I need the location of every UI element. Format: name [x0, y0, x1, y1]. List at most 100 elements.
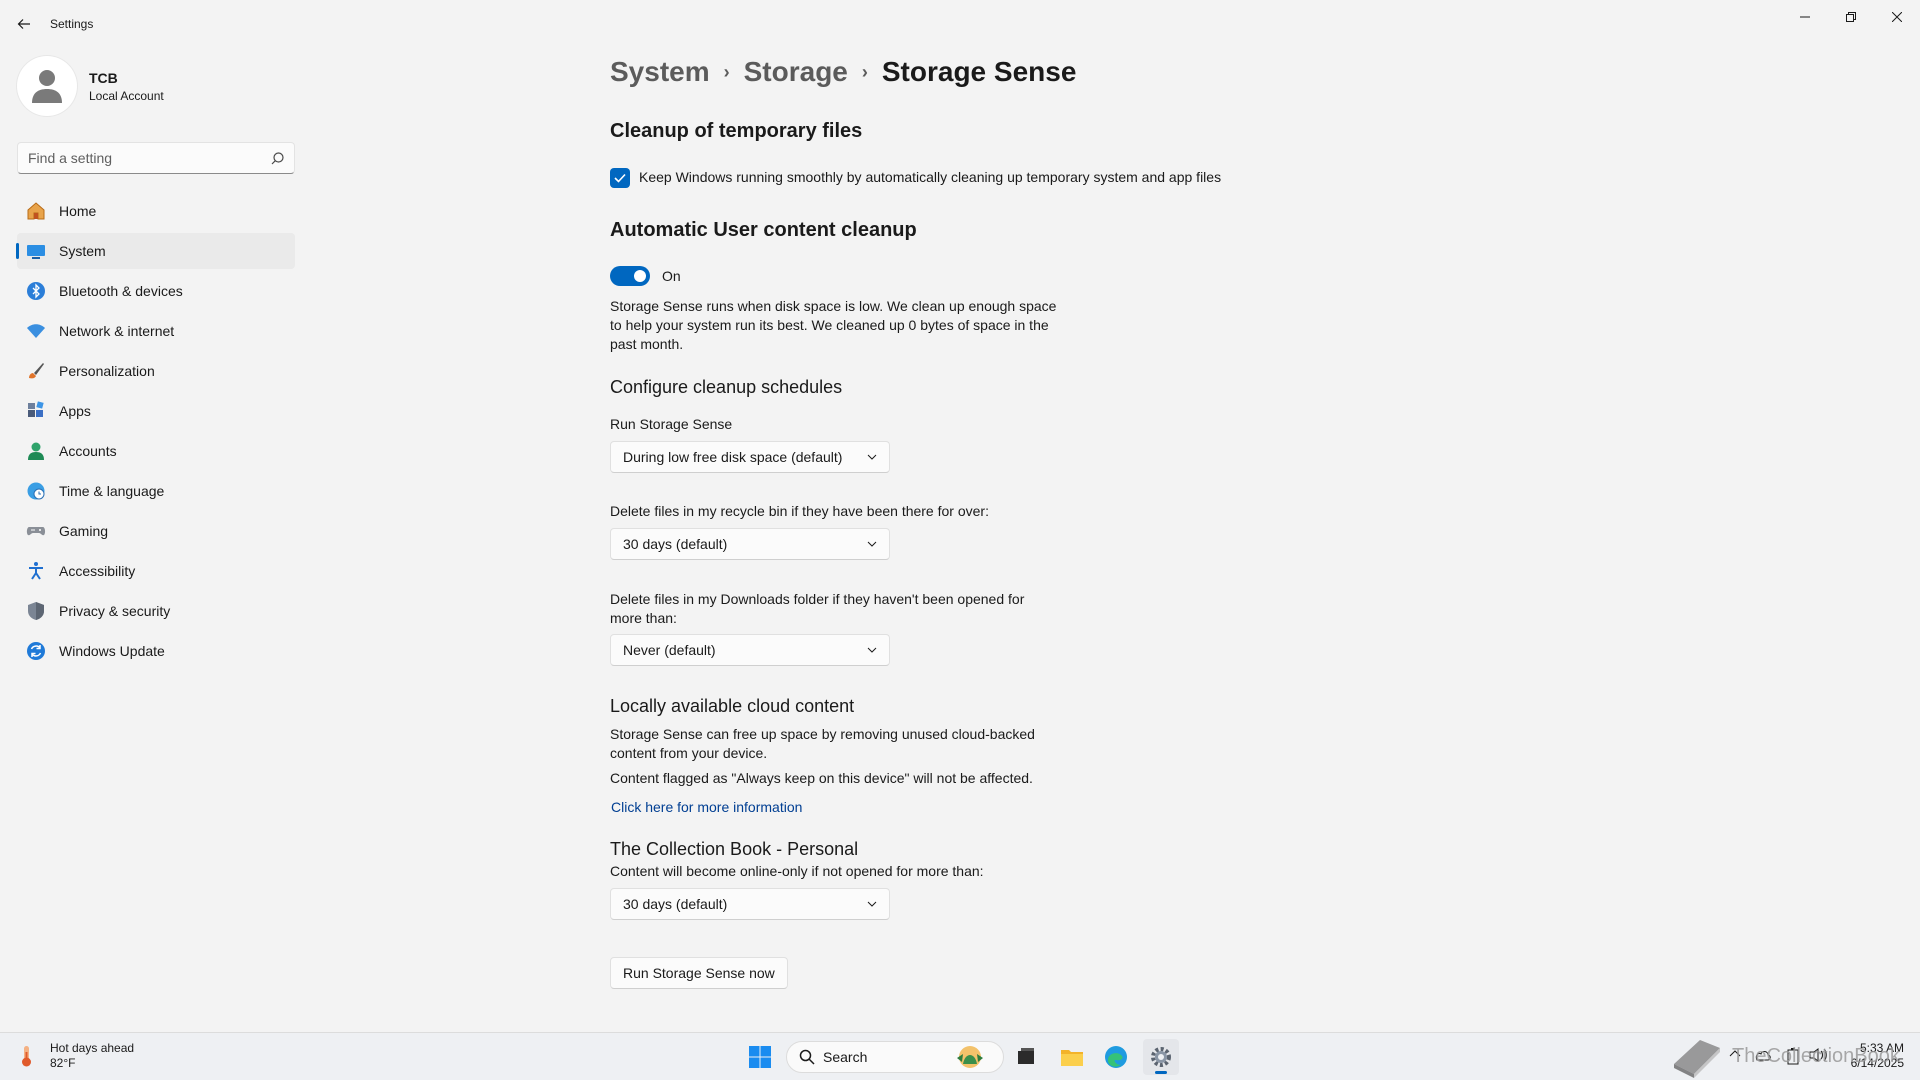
cloud-content-note: Content flagged as "Always keep on this … [610, 770, 1033, 786]
monitor-icon [25, 240, 47, 262]
sidebar-item-label: Gaming [59, 523, 109, 539]
wifi-icon [25, 320, 47, 342]
user-profile[interactable]: TCB Local Account [17, 56, 164, 116]
sidebar-item-label: System [59, 243, 106, 259]
file-explorer-button[interactable] [1054, 1039, 1090, 1075]
sidebar-item-label: Windows Update [59, 643, 165, 659]
task-view-icon [1018, 1048, 1034, 1064]
sidebar-item-label: Apps [59, 403, 91, 419]
sidebar-item-windows-update[interactable]: Windows Update [17, 633, 295, 669]
restore-button[interactable] [1828, 4, 1874, 30]
edge-icon [1105, 1046, 1127, 1068]
sidebar-item-label: Home [59, 203, 97, 219]
sidebar-item-system[interactable]: System [16, 233, 295, 269]
close-icon [1892, 12, 1902, 22]
edge-browser-button[interactable] [1098, 1039, 1134, 1075]
settings-search[interactable] [17, 142, 295, 174]
run-storage-sense-now-button[interactable]: Run Storage Sense now [610, 957, 788, 989]
globe-clock-icon [25, 480, 47, 502]
schedules-heading: Configure cleanup schedules [610, 377, 843, 397]
settings-app-button[interactable] [1143, 1039, 1179, 1075]
chevron-up-icon[interactable] [1728, 1047, 1742, 1061]
collection-book-heading: The Collection Book - Personal [610, 839, 859, 859]
collection-book-dropdown[interactable]: 30 days (default) [610, 888, 890, 920]
sidebar-item-gaming[interactable]: Gaming [17, 513, 295, 549]
sync-icon [25, 640, 47, 662]
accessibility-icon [25, 560, 47, 582]
sidebar-item-network[interactable]: Network & internet [17, 313, 295, 349]
chevron-right-icon: › [723, 61, 730, 82]
toggle-state-label: On [662, 268, 681, 284]
sidebar-item-personalization[interactable]: Personalization [17, 353, 295, 389]
task-view-button[interactable] [1008, 1039, 1044, 1075]
clock-date: 6/14/2025 [1850, 1056, 1904, 1070]
auto-cleanup-toggle[interactable] [610, 266, 650, 286]
breadcrumb-storage[interactable]: Storage [744, 56, 848, 88]
downloads-dropdown[interactable]: Never (default) [610, 634, 890, 666]
close-button[interactable] [1874, 4, 1920, 30]
recycle-bin-label: Delete files in my recycle bin if they h… [610, 503, 989, 519]
dropdown-value: During low free disk space (default) [623, 449, 843, 465]
dropdown-value: Never (default) [623, 642, 716, 658]
search-highlight-icon [957, 1046, 983, 1068]
chevron-right-icon: › [861, 61, 868, 82]
sidebar-item-label: Time & language [59, 483, 165, 499]
taskbar: Hot days ahead 82°F Search 5:33 AM 6/14/… [0, 1032, 1920, 1080]
sidebar-nav: Home System Bluetooth & devices Network … [16, 193, 295, 673]
sidebar-item-home[interactable]: Home [17, 193, 295, 229]
breadcrumb-system[interactable]: System [610, 56, 710, 88]
taskbar-search-label: Search [823, 1049, 868, 1065]
temp-files-checkbox[interactable] [610, 168, 630, 188]
chevron-down-icon [867, 541, 877, 547]
battery-icon[interactable] [1786, 1047, 1800, 1065]
more-info-link[interactable]: Click here for more information [611, 799, 802, 815]
run-storage-sense-dropdown[interactable]: During low free disk space (default) [610, 441, 890, 473]
start-button[interactable] [742, 1039, 778, 1075]
checkmark-icon [614, 173, 626, 183]
minimize-button[interactable] [1782, 4, 1828, 30]
brush-icon [25, 360, 47, 382]
taskbar-search[interactable]: Search [786, 1041, 1004, 1073]
auto-cleanup-heading: Automatic User content cleanup [610, 219, 917, 241]
sidebar-item-bluetooth[interactable]: Bluetooth & devices [17, 273, 295, 309]
windows-logo-icon [749, 1046, 771, 1068]
temp-files-checkbox-label[interactable]: Keep Windows running smoothly by automat… [639, 169, 1221, 185]
sidebar-item-label: Privacy & security [59, 603, 171, 619]
dropdown-value: 30 days (default) [623, 536, 728, 552]
title-bar: Settings [0, 0, 1920, 48]
bluetooth-icon [25, 280, 47, 302]
chevron-down-icon [867, 901, 877, 907]
sidebar-item-label: Personalization [59, 363, 155, 379]
weather-widget[interactable]: Hot days ahead 82°F [16, 1041, 134, 1071]
sidebar-item-accounts[interactable]: Accounts [17, 433, 295, 469]
sidebar-item-accessibility[interactable]: Accessibility [17, 553, 295, 589]
minimize-icon [1800, 16, 1810, 18]
cloud-icon[interactable] [1752, 1047, 1772, 1061]
home-icon [25, 200, 47, 222]
sidebar-item-apps[interactable]: Apps [17, 393, 295, 429]
search-input[interactable] [18, 143, 294, 173]
weather-temperature: 82°F [50, 1056, 76, 1070]
recycle-bin-dropdown[interactable]: 30 days (default) [610, 528, 890, 560]
restore-icon [1846, 12, 1856, 22]
cleanup-heading: Cleanup of temporary files [610, 120, 863, 142]
arrow-left-icon [17, 19, 30, 29]
sidebar-item-label: Network & internet [59, 323, 175, 339]
volume-icon[interactable] [1808, 1047, 1828, 1063]
gamepad-icon [25, 520, 47, 542]
back-button[interactable] [12, 12, 36, 36]
profile-name: TCB [89, 69, 118, 86]
sidebar-item-time-language[interactable]: Time & language [17, 473, 295, 509]
auto-cleanup-description: Storage Sense runs when disk space is lo… [610, 298, 1057, 352]
clock-time: 5:33 AM [1859, 1041, 1904, 1055]
gear-icon [1151, 1047, 1171, 1067]
chevron-down-icon [867, 647, 877, 653]
system-clock[interactable]: 5:33 AM 6/14/2025 [1838, 1041, 1904, 1071]
collection-book-label: Content will become online-only if not o… [610, 863, 984, 879]
avatar [17, 56, 77, 116]
dropdown-value: 30 days (default) [623, 896, 728, 912]
sidebar-item-privacy[interactable]: Privacy & security [17, 593, 295, 629]
user-icon [32, 70, 62, 103]
search-icon [271, 152, 284, 165]
sidebar-item-label: Accounts [59, 443, 117, 459]
